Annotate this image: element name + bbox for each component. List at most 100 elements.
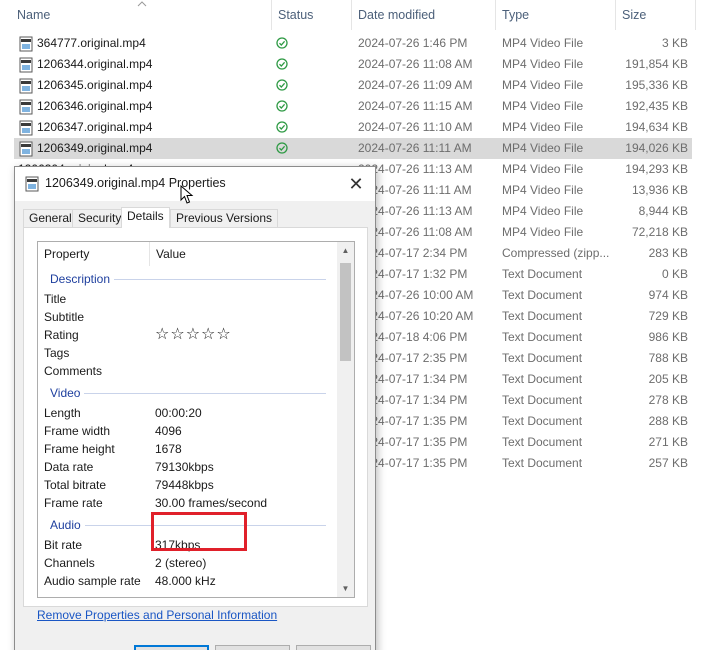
table-row[interactable]: 1206346.original.mp4 2024-07-26 11:15 AM M…	[14, 96, 692, 117]
property-row[interactable]: Total bitrate 79448kbps	[44, 476, 334, 494]
rating-stars[interactable]: ☆☆☆☆☆	[155, 326, 325, 344]
property-name: Rating	[44, 328, 79, 342]
property-row[interactable]: Title	[44, 290, 334, 308]
column-header-property[interactable]: Property	[38, 242, 150, 266]
type-cell: Text Document	[502, 456, 583, 470]
size-cell: 205 KB	[648, 372, 688, 386]
dialog-title: 1206349.original.mp4 Properties	[45, 176, 226, 190]
property-list-scrollbar[interactable]: ▲ ▼	[337, 242, 354, 597]
property-name: Bit rate	[44, 538, 83, 552]
file-name-cell: 1206346.original.mp4	[18, 96, 268, 117]
type-cell: Text Document	[502, 393, 583, 407]
date-cell: 2024-07-26 10:00 AM	[358, 288, 474, 302]
cancel-button[interactable]	[215, 645, 290, 650]
size-cell: 194,634 KB	[625, 120, 688, 134]
tab-security[interactable]: Security	[72, 209, 128, 227]
size-cell: 788 KB	[648, 351, 688, 365]
table-row[interactable]: 364777.original.mp4 2024-07-26 1:46 PM MP4…	[14, 33, 692, 54]
dialog-title-bar[interactable]: 1206349.original.mp4 Properties ✕	[15, 167, 375, 204]
section-label: Video	[44, 386, 85, 400]
scrollbar-thumb[interactable]	[340, 263, 351, 361]
table-row[interactable]: 1206345.original.mp4 2024-07-26 11:09 AM M…	[14, 75, 692, 96]
ok-button[interactable]	[134, 645, 209, 650]
property-row[interactable]: Tags	[44, 344, 334, 362]
scroll-up-arrow-icon[interactable]: ▲	[337, 242, 354, 259]
file-name-cell: 1206345.original.mp4	[18, 75, 268, 96]
column-header-date[interactable]: Date modified	[352, 0, 496, 30]
type-cell: MP4 Video File	[502, 99, 584, 113]
size-cell: 8,944 KB	[638, 204, 688, 218]
section-label: Media	[44, 596, 87, 597]
property-row[interactable]: Rating ☆☆☆☆☆	[44, 326, 334, 344]
property-value: 79448kbps	[155, 478, 214, 492]
scroll-down-arrow-icon[interactable]: ▼	[337, 580, 354, 597]
file-name: 364777.original.mp4	[37, 36, 146, 50]
date-cell: 2024-07-26 11:15 AM	[358, 99, 473, 113]
section-label: Description	[44, 272, 115, 286]
property-row[interactable]: Subtitle	[44, 308, 334, 326]
sort-ascending-icon	[137, 1, 147, 7]
synced-check-icon	[276, 100, 288, 112]
property-row[interactable]: Length 00:00:20	[44, 404, 334, 422]
section-label: Audio	[44, 518, 85, 532]
tab-previous-versions[interactable]: Previous Versions	[170, 209, 279, 227]
file-name: 1206346.original.mp4	[37, 99, 153, 113]
file-name: 1206344.original.mp4	[37, 57, 153, 71]
property-name: Total bitrate	[44, 478, 107, 492]
date-cell: 2024-07-17 1:35 PM	[358, 414, 468, 428]
property-row[interactable]: Comments	[44, 362, 334, 380]
table-row[interactable]: 1206349.original.mp4 2024-07-26 11:11 AM M…	[14, 138, 692, 159]
size-cell: 195,336 KB	[625, 78, 688, 92]
date-cell: 2024-07-26 11:13 AM	[358, 162, 473, 176]
synced-check-icon	[276, 58, 288, 70]
column-header-status[interactable]: Status	[272, 0, 352, 30]
size-cell: 72,218 KB	[631, 225, 688, 239]
size-cell: 283 KB	[648, 246, 688, 260]
property-list-header: Property Value	[38, 242, 338, 266]
column-header-value[interactable]: Value	[150, 242, 338, 266]
type-cell: Text Document	[502, 372, 583, 386]
property-value: 48.000 kHz	[155, 574, 216, 588]
video-file-icon	[19, 120, 33, 135]
date-cell: 2024-07-26 11:13 AM	[358, 204, 473, 218]
date-cell: 2024-07-26 11:08 AM	[358, 57, 473, 71]
size-cell: 192,435 KB	[625, 99, 688, 113]
property-name: Tags	[44, 346, 70, 360]
property-row[interactable]: Audio sample rate 48.000 kHz	[44, 572, 334, 590]
apply-button[interactable]	[296, 645, 371, 650]
video-file-icon	[19, 141, 33, 156]
table-row[interactable]: 1206344.original.mp4 2024-07-26 11:08 AM M…	[14, 54, 692, 75]
close-icon: ✕	[348, 174, 364, 194]
size-cell: 13,936 KB	[631, 183, 688, 197]
column-header-type[interactable]: Type	[496, 0, 616, 30]
type-cell: Text Document	[502, 330, 583, 344]
tab-general[interactable]: General	[23, 209, 78, 227]
type-cell: MP4 Video File	[502, 183, 584, 197]
property-row[interactable]: Frame height 1678	[44, 440, 334, 458]
size-cell: 278 KB	[648, 393, 688, 407]
type-cell: MP4 Video File	[502, 57, 584, 71]
size-cell: 288 KB	[648, 414, 688, 428]
property-value: 30.00 frames/second	[155, 496, 268, 510]
table-row[interactable]: 1206347.original.mp4 2024-07-26 11:10 AM M…	[14, 117, 692, 138]
close-button[interactable]: ✕	[343, 171, 369, 197]
property-name: Length	[44, 406, 81, 420]
property-name: Frame rate	[44, 496, 103, 510]
remove-properties-link[interactable]: Remove Properties and Personal Informati…	[37, 608, 277, 622]
property-row[interactable]: Data rate 79130kbps	[44, 458, 334, 476]
tab-details[interactable]: Details	[121, 207, 170, 228]
date-cell: 2024-07-17 1:35 PM	[358, 435, 468, 449]
date-cell: 2024-07-18 4:06 PM	[358, 330, 468, 344]
type-cell: Text Document	[502, 309, 583, 323]
type-cell: Text Document	[502, 435, 583, 449]
file-name-cell: 1206349.original.mp4	[18, 138, 268, 159]
property-row[interactable]: Frame rate 30.00 frames/second	[44, 494, 334, 512]
column-header-size[interactable]: Size	[616, 0, 696, 30]
type-cell: MP4 Video File	[502, 78, 584, 92]
property-row[interactable]: Frame width 4096	[44, 422, 334, 440]
status-cell	[276, 117, 296, 140]
property-name: Frame width	[44, 424, 111, 438]
date-cell: 2024-07-17 1:32 PM	[358, 267, 468, 281]
details-tab-pane: Property Value Description Title Subtitle R…	[23, 227, 368, 607]
property-row[interactable]: Channels 2 (stereo)	[44, 554, 334, 572]
